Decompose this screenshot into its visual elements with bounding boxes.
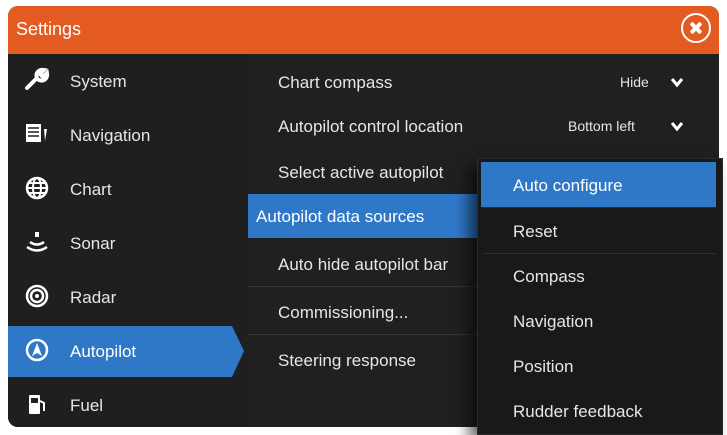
autopilot-icon bbox=[25, 338, 49, 362]
globe-icon bbox=[25, 176, 49, 200]
sidebar-item-label: Sonar bbox=[70, 234, 116, 253]
menu-item-rudder-feedback[interactable]: Rudder feedback bbox=[478, 388, 722, 433]
sidebar: System Navigation Chart Sonar Radar Auto… bbox=[8, 54, 248, 427]
sidebar-item-label: Autopilot bbox=[70, 342, 137, 361]
setting-chart-compass[interactable]: Chart compass Hide bbox=[248, 60, 719, 104]
setting-label: Steering response bbox=[278, 351, 416, 370]
setting-label: Select active autopilot bbox=[278, 163, 444, 182]
menu-item-compass[interactable]: Compass bbox=[478, 253, 722, 298]
menu-item-auto-configure[interactable]: Auto configure bbox=[481, 162, 716, 207]
menu-item-label: Navigation bbox=[513, 312, 594, 331]
close-button[interactable] bbox=[681, 13, 711, 43]
sidebar-item-sonar[interactable]: Sonar bbox=[8, 218, 232, 269]
title-bar: Settings bbox=[8, 6, 719, 54]
sidebar-item-autopilot[interactable]: Autopilot bbox=[8, 326, 244, 377]
menu-item-position[interactable]: Position bbox=[478, 343, 722, 388]
menu-item-label: Reset bbox=[513, 222, 558, 241]
chevron-down-icon[interactable] bbox=[670, 119, 684, 133]
menu-item-reset[interactable]: Reset bbox=[478, 208, 722, 253]
setting-label: Auto hide autopilot bar bbox=[278, 255, 449, 274]
setting-label: Commissioning... bbox=[278, 303, 409, 322]
sidebar-item-label: Radar bbox=[70, 288, 117, 307]
sidebar-item-radar[interactable]: Radar bbox=[8, 272, 232, 323]
navigation-icon bbox=[26, 124, 47, 142]
setting-label: Autopilot data sources bbox=[256, 207, 425, 226]
menu-item-label: Auto configure bbox=[513, 176, 623, 195]
sidebar-item-navigation[interactable]: Navigation bbox=[8, 110, 232, 161]
fuel-pump-icon bbox=[29, 395, 45, 414]
sidebar-item-system[interactable]: System bbox=[8, 56, 232, 107]
chevron-down-icon[interactable] bbox=[670, 75, 684, 89]
screen: Settings System Navigation Chart Sonar R… bbox=[0, 0, 727, 435]
control-location-value[interactable]: Bottom left bbox=[568, 118, 635, 134]
chart-compass-value[interactable]: Hide bbox=[620, 74, 649, 90]
sidebar-item-fuel[interactable]: Fuel bbox=[8, 380, 232, 427]
menu-item-label: Compass bbox=[513, 267, 585, 286]
setting-label: Autopilot control location bbox=[278, 117, 464, 136]
setting-label: Chart compass bbox=[278, 73, 393, 92]
sonar-icon bbox=[26, 232, 48, 252]
menu-item-label: Rudder feedback bbox=[513, 402, 643, 421]
sidebar-item-label: Chart bbox=[70, 180, 112, 199]
window-title: Settings bbox=[16, 19, 82, 39]
menu-item-label: Position bbox=[513, 357, 574, 376]
sidebar-item-chart[interactable]: Chart bbox=[8, 164, 232, 215]
sidebar-item-label: Fuel bbox=[70, 396, 104, 415]
wrench-icon bbox=[25, 67, 50, 90]
data-sources-menu: Auto configure Reset Compass Navigation … bbox=[477, 158, 723, 435]
menu-item-navigation[interactable]: Navigation bbox=[478, 298, 722, 343]
setting-autopilot-control-location[interactable]: Autopilot control location Bottom left bbox=[248, 104, 719, 148]
sidebar-item-label: Navigation bbox=[70, 126, 151, 145]
sidebar-item-label: System bbox=[70, 72, 127, 91]
radar-icon bbox=[25, 284, 49, 308]
